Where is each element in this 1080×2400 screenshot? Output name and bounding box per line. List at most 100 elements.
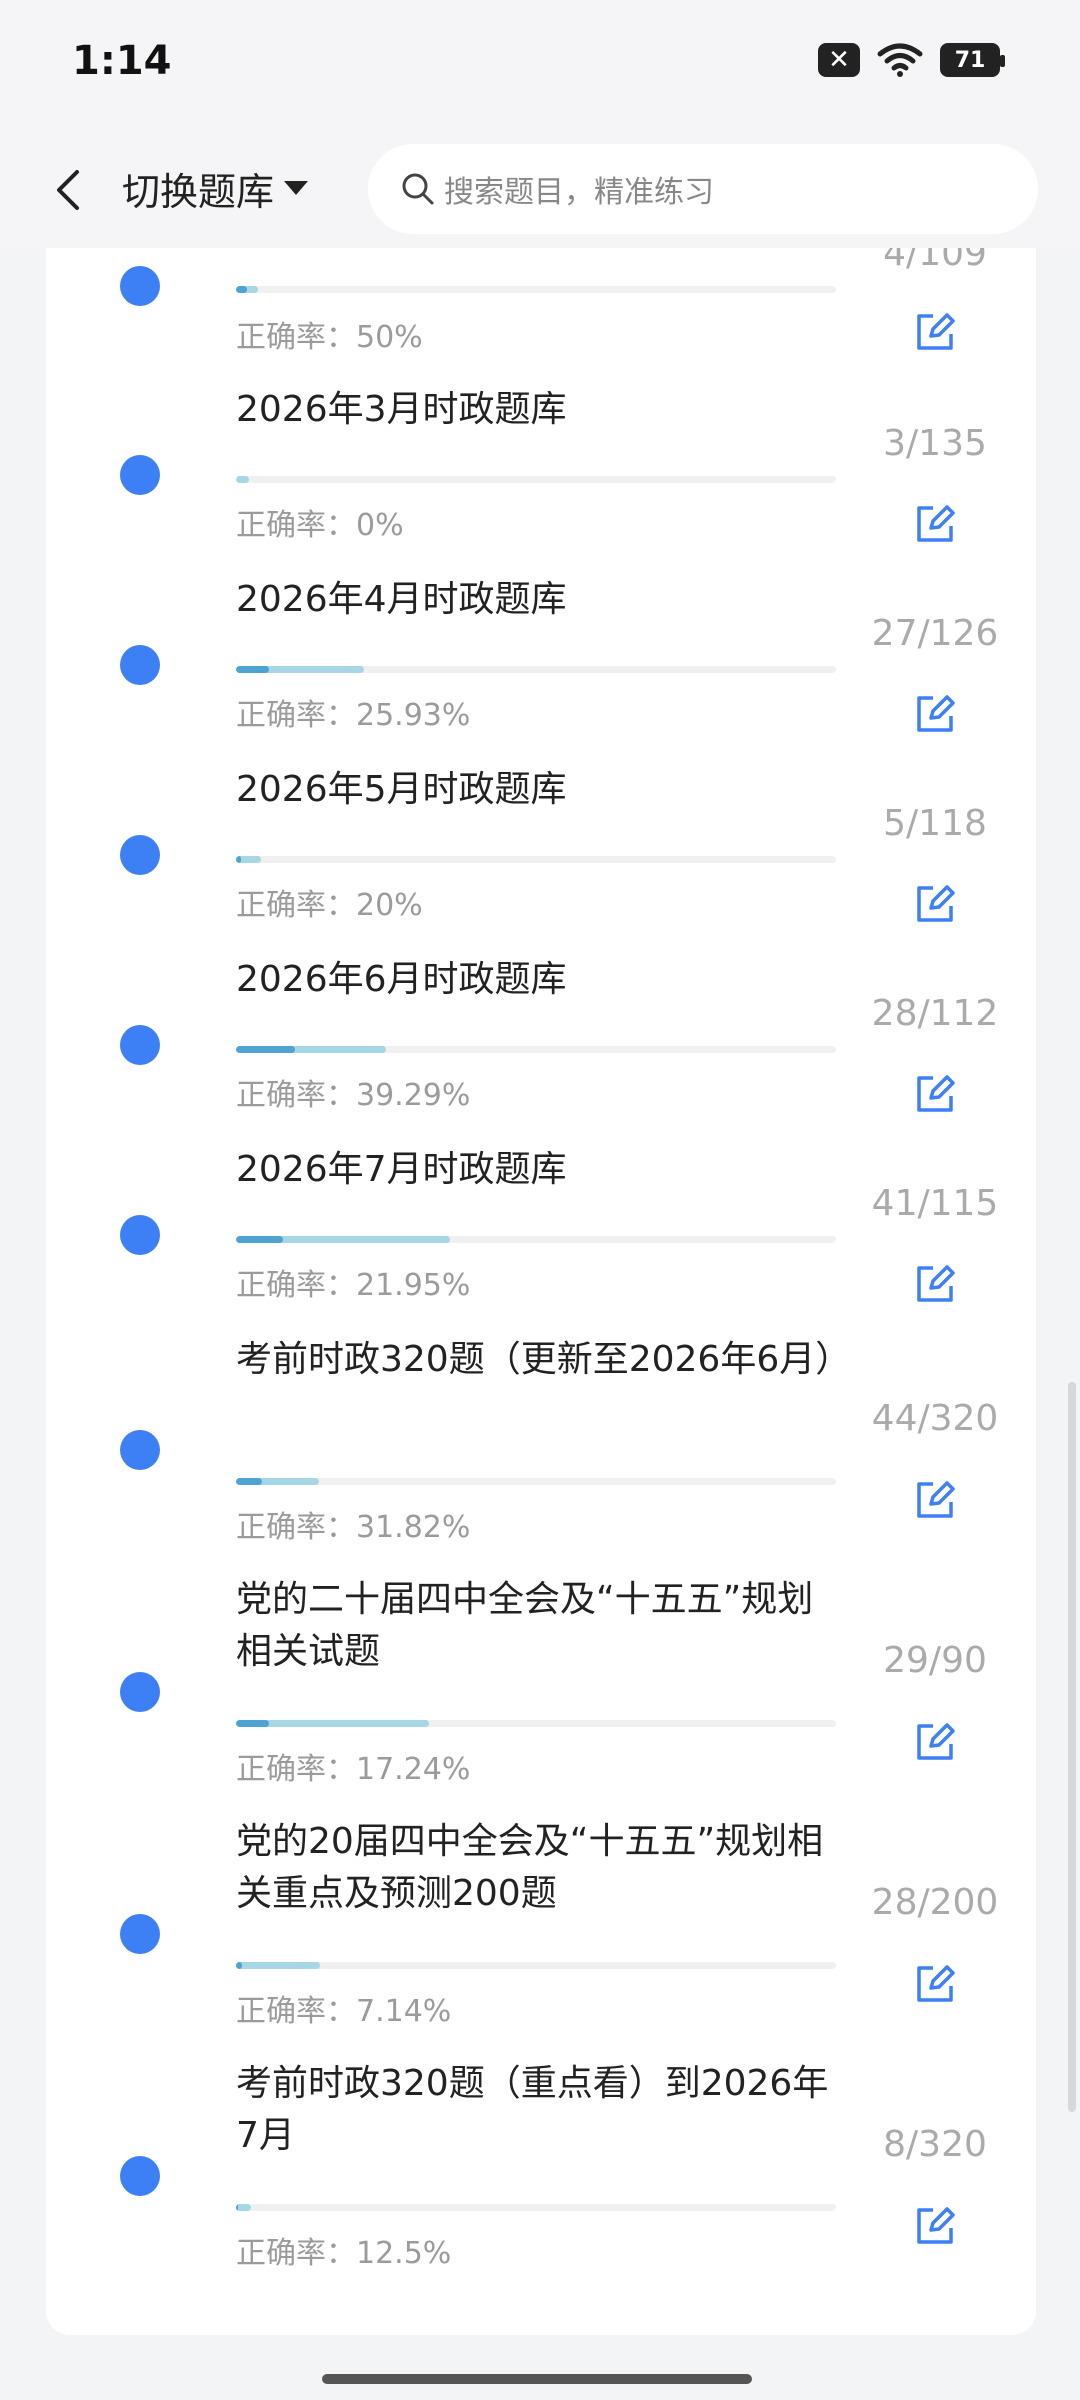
accuracy-label: 正确率： bbox=[236, 1268, 356, 1303]
progress-count: 41/115 bbox=[871, 1183, 999, 1224]
status-dot bbox=[120, 1430, 160, 1470]
correct-fill bbox=[236, 1478, 263, 1485]
progress-bar bbox=[236, 1962, 836, 1969]
edit-icon[interactable] bbox=[913, 1962, 957, 2006]
accuracy-text: 正确率：0% bbox=[236, 500, 404, 544]
status-dot bbox=[120, 266, 160, 306]
accuracy-value: 50% bbox=[356, 320, 423, 355]
edit-icon[interactable] bbox=[913, 2204, 957, 2248]
accuracy-value: 12.5% bbox=[356, 2236, 452, 2271]
status-dot bbox=[120, 2156, 160, 2196]
status-dot bbox=[120, 835, 160, 875]
edit-icon[interactable] bbox=[913, 310, 957, 354]
correct-fill bbox=[236, 286, 248, 293]
accuracy-text: 正确率：7.14% bbox=[236, 1986, 451, 2030]
battery-icon: 71 bbox=[940, 43, 1005, 77]
correct-fill bbox=[236, 1962, 242, 1969]
correct-fill bbox=[236, 1236, 284, 1243]
progress-count: 29/90 bbox=[883, 1640, 987, 1681]
bank-title: 2026年6月时政题库 bbox=[236, 959, 567, 1000]
edit-icon[interactable] bbox=[913, 1720, 957, 1764]
progress-count: 44/320 bbox=[871, 1398, 999, 1439]
edit-icon[interactable] bbox=[913, 502, 957, 546]
progress-bar bbox=[236, 2204, 836, 2211]
bank-title: 党的20届四中全会及“十五五”规划相关重点及预测200题 bbox=[236, 1821, 824, 1914]
accuracy-value: 0% bbox=[356, 508, 404, 543]
accuracy-text: 正确率：31.82% bbox=[236, 1502, 470, 1546]
progress-count: 28/112 bbox=[871, 993, 999, 1034]
progress-bar bbox=[236, 1478, 836, 1485]
edit-icon[interactable] bbox=[913, 692, 957, 736]
accuracy-value: 21.95% bbox=[356, 1268, 471, 1303]
progress-bar bbox=[236, 856, 836, 863]
edit-icon[interactable] bbox=[913, 882, 957, 926]
progress-count: 28/200 bbox=[871, 1882, 999, 1923]
status-bar: 1:14 ✕ 71 bbox=[0, 0, 1080, 130]
back-button[interactable] bbox=[44, 160, 92, 220]
correct-fill bbox=[236, 856, 242, 863]
accuracy-label: 正确率： bbox=[236, 888, 356, 923]
correct-fill bbox=[236, 666, 270, 673]
progress-count: 8/320 bbox=[883, 2124, 987, 2165]
edit-icon[interactable] bbox=[913, 1478, 957, 1522]
home-indicator[interactable] bbox=[322, 2374, 752, 2384]
progress-bar bbox=[236, 286, 836, 293]
bank-title: 2026年5月时政题库 bbox=[236, 769, 567, 810]
accuracy-text: 正确率：17.24% bbox=[236, 1744, 470, 1788]
wifi-icon bbox=[877, 43, 923, 77]
accuracy-value: 25.93% bbox=[356, 698, 471, 733]
bank-title: 考前时政320题（重点看）到2026年7月 bbox=[236, 2063, 829, 2156]
battery-level: 71 bbox=[954, 47, 986, 73]
accuracy-label: 正确率： bbox=[236, 698, 356, 733]
progress-count: 27/126 bbox=[871, 613, 999, 654]
accuracy-value: 17.24% bbox=[356, 1752, 471, 1787]
edit-icon[interactable] bbox=[913, 1072, 957, 1116]
progress-bar bbox=[236, 1236, 836, 1243]
progress-bar bbox=[236, 1720, 836, 1727]
status-dot bbox=[120, 645, 160, 685]
accuracy-label: 正确率： bbox=[236, 2236, 356, 2271]
status-dot bbox=[120, 1215, 160, 1255]
bank-title: 2026年7月时政题库 bbox=[236, 1149, 567, 1190]
correct-fill bbox=[236, 1720, 270, 1727]
top-bar: 切换题库 搜索题目，精准练习 bbox=[0, 130, 1080, 248]
accuracy-value: 31.82% bbox=[356, 1510, 471, 1545]
bank-title: 2026年4月时政题库 bbox=[236, 579, 567, 620]
bank-title: 考前时政320题（更新至2026年6月） bbox=[236, 1339, 852, 1380]
status-time: 1:14 bbox=[72, 38, 172, 84]
accuracy-label: 正确率： bbox=[236, 320, 356, 355]
question-bank-list: 2026年2月时政题库正确率：50%4/1092026年3月时政题库正确率：0%… bbox=[46, 200, 1036, 2335]
progress-count: 5/118 bbox=[883, 803, 987, 844]
progress-fill bbox=[236, 2204, 251, 2211]
search-placeholder: 搜索题目，精准练习 bbox=[444, 175, 714, 210]
accuracy-text: 正确率：21.95% bbox=[236, 1260, 470, 1304]
caret-down-icon bbox=[284, 181, 309, 195]
accuracy-value: 39.29% bbox=[356, 1078, 471, 1113]
progress-fill bbox=[236, 476, 250, 483]
accuracy-label: 正确率： bbox=[236, 508, 356, 543]
accuracy-text: 正确率：12.5% bbox=[236, 2228, 451, 2272]
accuracy-text: 正确率：50% bbox=[236, 312, 423, 356]
accuracy-value: 20% bbox=[356, 888, 423, 923]
edit-icon[interactable] bbox=[913, 1262, 957, 1306]
search-icon bbox=[398, 169, 438, 209]
scrollbar[interactable] bbox=[1068, 1382, 1076, 2112]
accuracy-text: 正确率：39.29% bbox=[236, 1070, 470, 1114]
progress-bar bbox=[236, 666, 836, 673]
status-dot bbox=[120, 455, 160, 495]
bank-title: 2026年3月时政题库 bbox=[236, 389, 567, 430]
search-input[interactable]: 搜索题目，精准练习 bbox=[368, 144, 1038, 234]
progress-count: 3/135 bbox=[883, 423, 987, 464]
status-dot bbox=[120, 1914, 160, 1954]
accuracy-text: 正确率：25.93% bbox=[236, 690, 470, 734]
accuracy-label: 正确率： bbox=[236, 1994, 356, 2029]
notification-x-icon: ✕ bbox=[818, 43, 860, 77]
status-dot bbox=[120, 1672, 160, 1712]
progress-bar bbox=[236, 1046, 836, 1053]
status-icons: ✕ 71 bbox=[818, 42, 1005, 78]
accuracy-text: 正确率：20% bbox=[236, 880, 423, 924]
progress-fill bbox=[236, 1962, 320, 1969]
correct-fill bbox=[236, 2204, 238, 2211]
switch-bank-button[interactable]: 切换题库 bbox=[122, 158, 309, 218]
switch-bank-label: 切换题库 bbox=[122, 169, 275, 214]
